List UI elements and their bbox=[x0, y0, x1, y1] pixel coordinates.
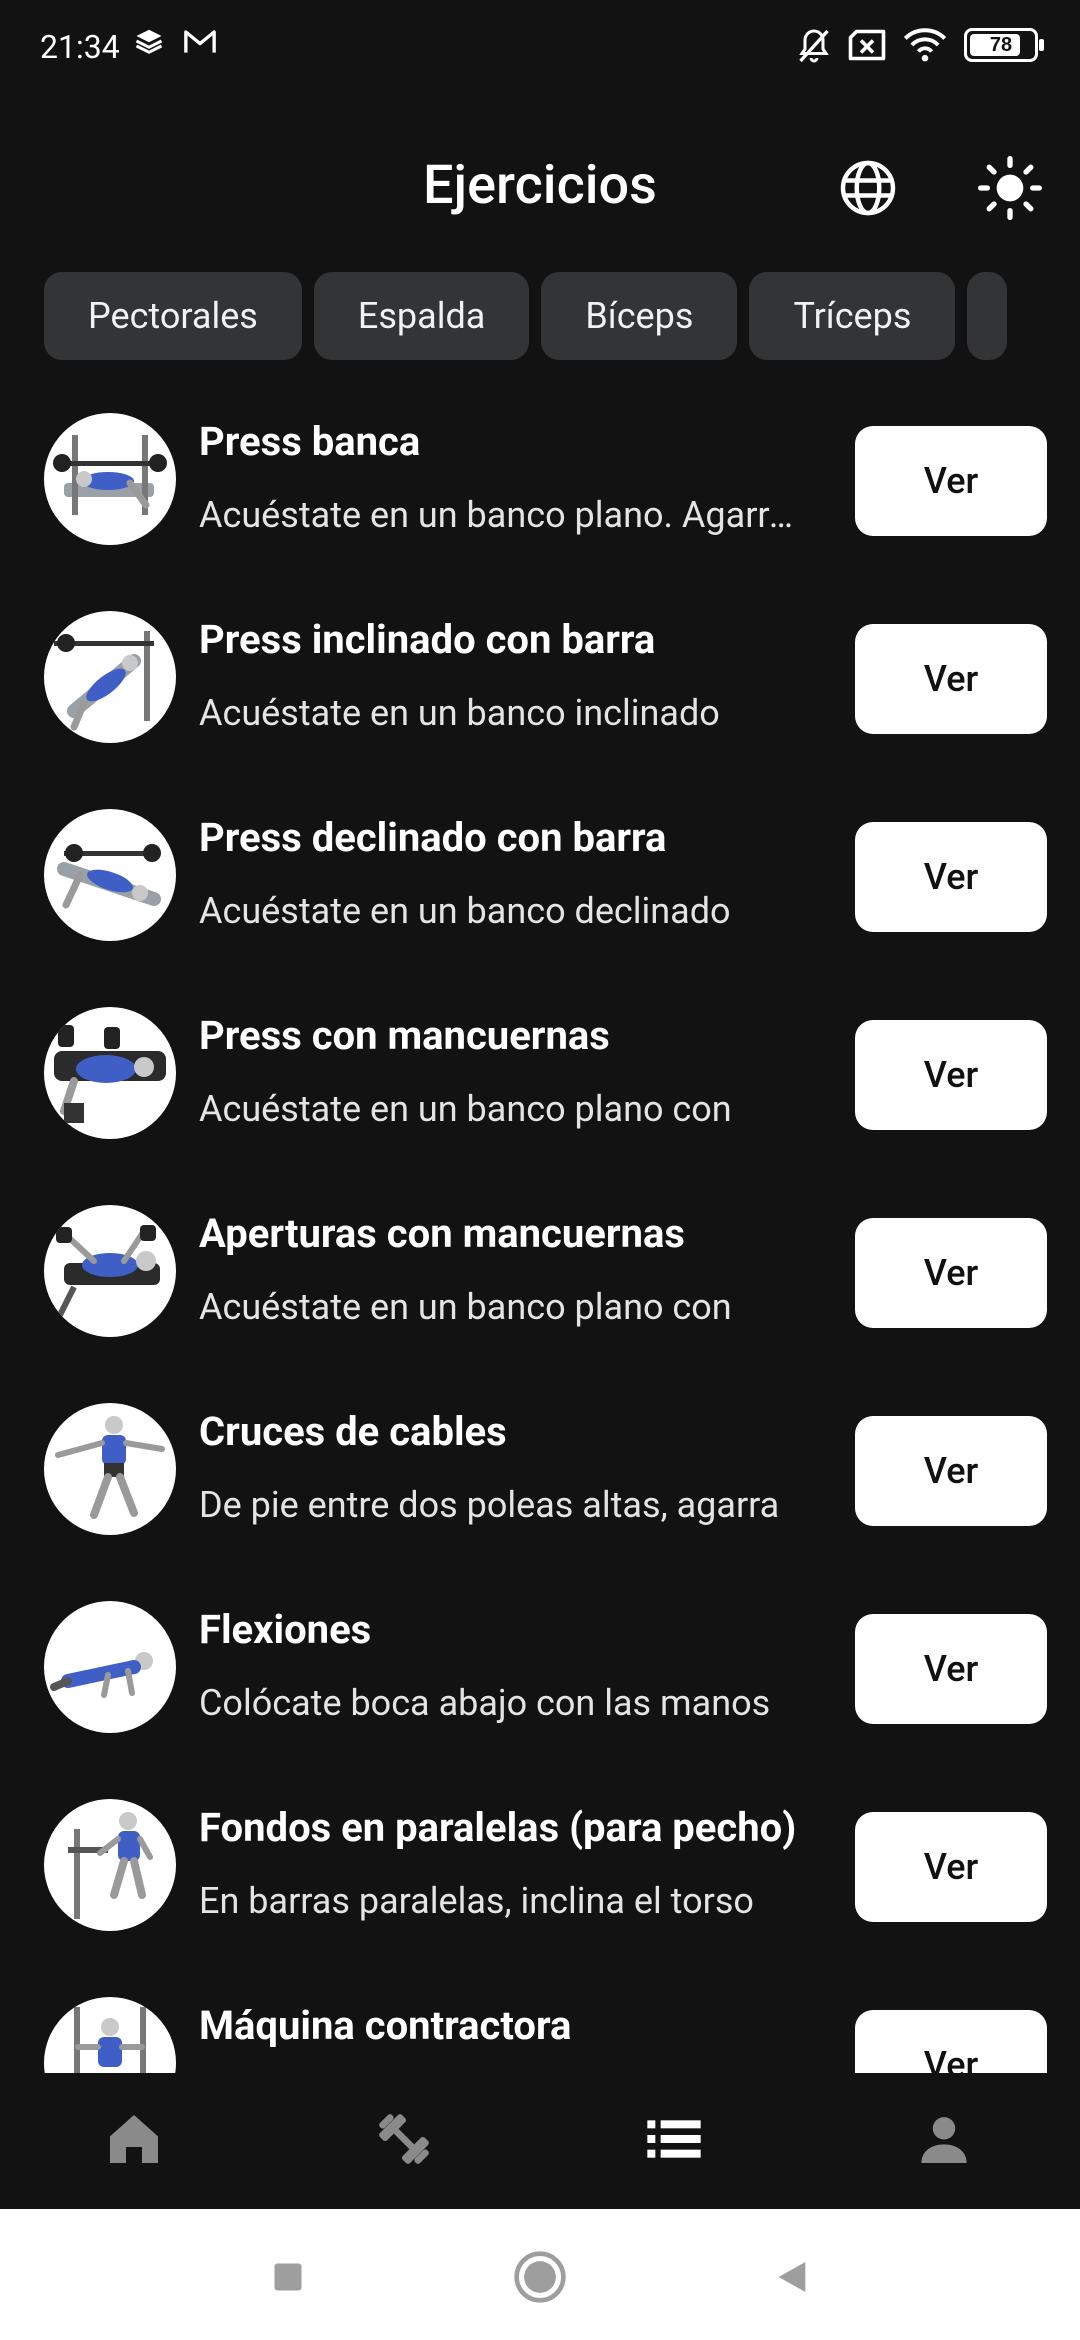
exercise-title: Press banca bbox=[199, 418, 421, 465]
exercise-row[interactable]: Cruces de cables De pie entre dos poleas… bbox=[0, 1386, 1080, 1584]
exercise-thumbnail bbox=[44, 1601, 176, 1733]
back-button[interactable] bbox=[764, 2251, 820, 2307]
exercise-description: Colócate boca abajo con las manos bbox=[199, 1682, 771, 1724]
exercise-thumbnail bbox=[44, 1403, 176, 1535]
exercise-description: De pie entre dos poleas altas, agarra bbox=[199, 1484, 780, 1526]
nav-exercises[interactable] bbox=[626, 2093, 722, 2189]
back-icon bbox=[772, 2257, 812, 2301]
status-time: 21:34 bbox=[40, 28, 120, 66]
exercise-description: Acuéstate en un banco inclinado bbox=[199, 692, 720, 734]
gmail-icon bbox=[182, 26, 218, 60]
person-icon bbox=[912, 2107, 976, 2175]
system-navigation-bar bbox=[0, 2209, 1080, 2340]
exercise-row[interactable]: Press con mancuernas Acuéstate en un ban… bbox=[0, 990, 1080, 1188]
bottom-navigation bbox=[0, 2073, 1080, 2209]
exercise-thumbnail bbox=[44, 1799, 176, 1931]
app-header: Ejercicios bbox=[0, 140, 1080, 240]
home-system-button[interactable] bbox=[512, 2251, 568, 2307]
exercise-title: Aperturas con mancuernas bbox=[199, 1210, 685, 1257]
exercise-thumbnail bbox=[44, 413, 176, 545]
chip-biceps[interactable]: Bíceps bbox=[541, 272, 738, 360]
recents-button[interactable] bbox=[260, 2251, 316, 2307]
view-button[interactable]: Ver bbox=[855, 822, 1047, 932]
exercise-description: Acuéstate en un banco plano con bbox=[199, 1286, 732, 1328]
nav-home[interactable] bbox=[86, 2093, 182, 2189]
exercise-title: Press declinado con barra bbox=[199, 814, 667, 861]
home-icon bbox=[102, 2107, 166, 2175]
chip-pectorales[interactable]: Pectorales bbox=[44, 272, 302, 360]
exercise-description: Acuéstate en un banco declinado bbox=[199, 890, 731, 932]
view-button[interactable]: Ver bbox=[855, 1218, 1047, 1328]
view-button[interactable]: Ver bbox=[855, 426, 1047, 536]
exercise-thumbnail bbox=[44, 809, 176, 941]
bell-off-icon bbox=[796, 26, 832, 70]
exercise-description: Acuéstate en un banco plano con bbox=[199, 1088, 732, 1130]
globe-icon bbox=[838, 158, 898, 222]
view-button[interactable]: Ver bbox=[855, 1416, 1047, 1526]
exercise-row[interactable]: Press banca Acuéstate en un banco plano.… bbox=[0, 396, 1080, 594]
chip-next-partial[interactable] bbox=[967, 272, 1008, 360]
layers-icon bbox=[134, 26, 164, 60]
sim-x-icon bbox=[846, 26, 888, 68]
category-chips: Pectorales Espalda Bíceps Tríceps bbox=[44, 272, 1036, 360]
view-button[interactable]: Ver bbox=[855, 2010, 1047, 2073]
exercise-description: Acuéstate en un banco plano. Agarra la b… bbox=[199, 494, 811, 536]
exercise-row[interactable]: Fondos en paralelas (para pecho) En barr… bbox=[0, 1782, 1080, 1980]
battery-icon: 78 bbox=[964, 28, 1044, 62]
battery-tip bbox=[1039, 39, 1044, 51]
view-button[interactable]: Ver bbox=[855, 1614, 1047, 1724]
exercise-description: En barras paralelas, inclina el torso bbox=[199, 1880, 754, 1922]
list-icon bbox=[642, 2107, 706, 2175]
wifi-icon bbox=[902, 26, 948, 68]
language-button[interactable] bbox=[830, 152, 906, 228]
exercise-thumbnail bbox=[44, 611, 176, 743]
home-circle-icon bbox=[512, 2249, 568, 2309]
exercise-row[interactable]: Aperturas con mancuernas Acuéstate en un… bbox=[0, 1188, 1080, 1386]
exercise-thumbnail bbox=[44, 1205, 176, 1337]
exercise-thumbnail bbox=[44, 1997, 176, 2073]
nav-workouts[interactable] bbox=[356, 2093, 452, 2189]
nav-profile[interactable] bbox=[896, 2093, 992, 2189]
dumbbell-icon bbox=[370, 2105, 438, 2177]
exercise-title: Press inclinado con barra bbox=[199, 616, 656, 663]
theme-toggle-button[interactable] bbox=[972, 152, 1048, 228]
exercise-list: Press banca Acuéstate en un banco plano.… bbox=[0, 396, 1080, 2073]
chip-triceps[interactable]: Tríceps bbox=[749, 272, 956, 360]
view-button[interactable]: Ver bbox=[855, 624, 1047, 734]
status-bar: 21:34 78 bbox=[0, 0, 1080, 96]
recents-icon bbox=[270, 2259, 306, 2299]
exercise-row[interactable]: Máquina contractora Ver bbox=[0, 1980, 1080, 2073]
page-title: Ejercicios bbox=[423, 154, 657, 217]
exercise-row[interactable]: Flexiones Colócate boca abajo con las ma… bbox=[0, 1584, 1080, 1782]
view-button[interactable]: Ver bbox=[855, 1020, 1047, 1130]
exercise-thumbnail bbox=[44, 1007, 176, 1139]
sun-icon bbox=[978, 156, 1042, 224]
exercise-title: Fondos en paralelas (para pecho) bbox=[199, 1804, 797, 1851]
exercise-row[interactable]: Press inclinado con barra Acuéstate en u… bbox=[0, 594, 1080, 792]
exercise-title: Máquina contractora bbox=[199, 2002, 572, 2049]
exercise-title: Cruces de cables bbox=[199, 1408, 507, 1455]
exercise-title: Press con mancuernas bbox=[199, 1012, 610, 1059]
chip-espalda[interactable]: Espalda bbox=[313, 272, 530, 360]
view-button[interactable]: Ver bbox=[855, 1812, 1047, 1922]
exercise-title: Flexiones bbox=[199, 1606, 372, 1653]
battery-level: 78 bbox=[989, 33, 1013, 56]
exercise-row[interactable]: Press declinado con barra Acuéstate en u… bbox=[0, 792, 1080, 990]
